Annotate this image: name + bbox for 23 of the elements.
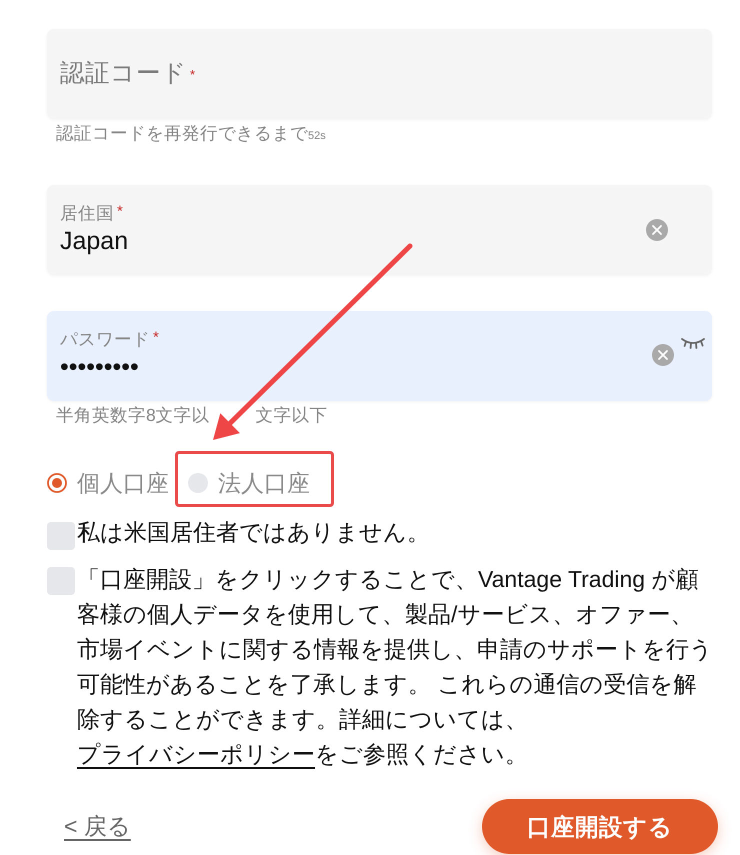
back-link[interactable]: < 戻る bbox=[64, 811, 131, 842]
resend-countdown-text: 認証コードを再発行できるまで52s bbox=[55, 122, 327, 145]
checkbox[interactable] bbox=[47, 522, 75, 550]
radio-option[interactable]: 法人口座 bbox=[188, 466, 310, 500]
radio-option[interactable]: 個人口座 bbox=[47, 466, 169, 500]
consent-text: 「口座開設」をクリックすることで、Vantage Trading が顧客様の個人データを使用して、製品/サービス、オファー、市場イベントに関する情報を提供し、申請のサポートを行う可能性があることを了承します。 これらの通信の受信を解除することができます。詳細については、 プライバシーポリシーをご参照ください。 bbox=[77, 565, 714, 769]
password-hint-text: 文字以下 bbox=[256, 404, 328, 426]
eye-closed-icon[interactable] bbox=[680, 337, 706, 350]
radio-icon[interactable] bbox=[47, 473, 67, 493]
checkbox[interactable] bbox=[47, 567, 75, 595]
checkbox-label: 私は米国居住者ではありません。 bbox=[77, 518, 430, 547]
radio-icon[interactable] bbox=[188, 473, 208, 493]
password-hint-text: 半角英数字8文字以 bbox=[56, 404, 210, 426]
field-label: 居住国 $^{*}$ bbox=[60, 202, 123, 224]
field-label: パスワード $^{*}$ bbox=[60, 328, 159, 350]
open-account-button[interactable]: 口座開設する bbox=[482, 799, 718, 854]
country-select-field[interactable]: 居住国 $^{*}$ Japan bbox=[47, 185, 712, 275]
clear-icon[interactable] bbox=[652, 344, 674, 366]
privacy-policy-link[interactable]: プライバシーポリシー bbox=[77, 741, 315, 767]
password-field[interactable]: パスワード $^{*}$ ••••••••• bbox=[47, 311, 712, 401]
field-value: Japan bbox=[60, 226, 128, 257]
clear-icon[interactable] bbox=[646, 219, 668, 241]
password-value: ••••••••• bbox=[60, 352, 139, 383]
